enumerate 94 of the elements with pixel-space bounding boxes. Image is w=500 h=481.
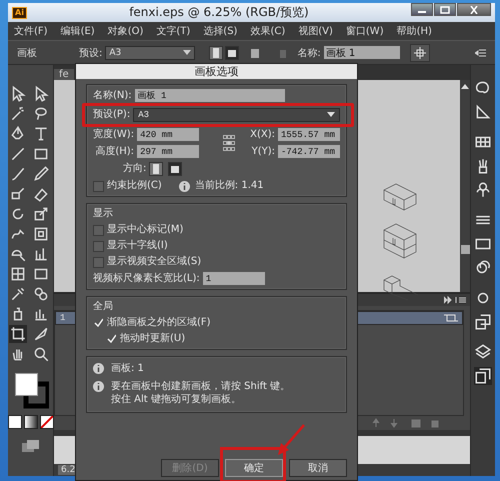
layers-icon[interactable]	[474, 343, 492, 361]
aspect-ratio-label: 视频标尺像素长宽比(L):	[93, 272, 200, 284]
panel-menu-icon[interactable]	[444, 296, 466, 304]
ok-button[interactable]: 确定	[225, 459, 283, 477]
minimize-button[interactable]	[411, 3, 433, 16]
orientation-label: 方向:	[123, 163, 146, 175]
info-text: 要在画板中创建新画板，请按 Shift 键。 按住 Alt 键拖动可复制画板。	[111, 380, 290, 406]
document-tab[interactable]: fe	[54, 69, 74, 80]
line-icon[interactable]	[9, 145, 27, 163]
triangle-icon[interactable]	[474, 103, 492, 121]
knife-icon[interactable]	[32, 325, 50, 343]
y-field[interactable]: -742.77 mm	[278, 145, 340, 158]
width-field[interactable]: 420 mm	[137, 128, 200, 141]
dialog-title: 画板选项	[194, 64, 238, 79]
menu-item[interactable]: 编辑(E)	[60, 24, 95, 38]
panel-menu-icon[interactable]	[475, 48, 487, 58]
preset-dropdown[interactable]: A3	[133, 108, 340, 122]
color-swatch[interactable]	[8, 415, 22, 429]
menu-item[interactable]: 选择(S)	[203, 24, 238, 38]
checkbox[interactable]	[93, 256, 104, 268]
info-icon	[93, 363, 104, 374]
fill-stroke-swatches-icon[interactable]	[12, 373, 48, 409]
y-label: Y(Y):	[252, 146, 275, 158]
portrait-page-icon	[211, 46, 222, 58]
checkbox-label: 渐隐画板之外的区域(F)	[107, 317, 211, 329]
move-icon[interactable]	[410, 44, 430, 62]
x-field[interactable]: 1555.57 mm	[278, 128, 340, 141]
zoom-icon[interactable]	[32, 345, 50, 363]
portrait-button[interactable]	[149, 162, 164, 176]
new-page-icon[interactable]	[249, 46, 262, 58]
preset-dropdown[interactable]: A3	[105, 46, 196, 60]
name-label: 名称(N):	[93, 90, 132, 102]
preset-label: 预设:	[79, 46, 102, 60]
maximize-button[interactable]	[434, 3, 456, 16]
portrait-page-icon	[151, 163, 162, 175]
group-title: 显示	[93, 208, 114, 220]
artboard-icon	[444, 313, 458, 323]
landscape-page-icon	[170, 163, 180, 175]
maximize-icon	[440, 6, 450, 14]
close-button[interactable]	[457, 3, 491, 16]
scrollbar-thumb[interactable]	[460, 245, 470, 254]
none-swatch[interactable]	[40, 415, 54, 429]
checkbox-label: 显示视频安全区域(S)	[107, 256, 202, 268]
app-logo: Ai	[12, 6, 27, 18]
pencil-icon[interactable]	[32, 165, 50, 183]
name-field[interactable]: 画板 1	[134, 89, 285, 102]
panel-label: 画板	[17, 46, 38, 60]
caret-icon	[327, 112, 335, 118]
x-label: X(X):	[250, 128, 275, 140]
name-label: 名称:	[297, 46, 321, 60]
checkbox-label: 拖动时更新(U)	[120, 333, 186, 345]
info-icon	[93, 381, 104, 392]
menu-item[interactable]: 文件(F)	[14, 24, 48, 38]
name-field[interactable]: 画板 1	[324, 46, 400, 59]
constrain-label: 约束比例(C)	[107, 180, 162, 192]
menu-item[interactable]: 帮助(H)	[396, 24, 432, 38]
height-field[interactable]: 297 mm	[137, 145, 200, 158]
menu-item[interactable]: 文字(T)	[156, 24, 190, 38]
lasso-icon[interactable]	[32, 105, 50, 123]
portrait-button[interactable]	[209, 46, 224, 60]
gradient-swatch[interactable]	[24, 415, 38, 429]
blend-icon[interactable]	[32, 285, 50, 303]
reference-point-icon[interactable]	[222, 135, 235, 151]
eyedropper-icon[interactable]	[9, 285, 27, 303]
menu-item[interactable]: 视图(V)	[298, 24, 333, 38]
mesh-icon[interactable]	[9, 265, 27, 283]
checkbox[interactable]	[93, 224, 104, 236]
artboards-icon[interactable]	[474, 367, 492, 385]
checkbox-label: 显示十字线(I)	[107, 240, 168, 252]
info-icon	[178, 180, 190, 192]
caret-icon	[183, 50, 192, 56]
width-label: 宽度(W):	[93, 128, 134, 140]
menu-item[interactable]: 窗口(W)	[346, 24, 384, 38]
menu-item[interactable]: 效果(C)	[250, 24, 286, 38]
screen-mode-icon[interactable]	[20, 439, 40, 453]
preset-label: 预设(P):	[93, 109, 130, 121]
checkbox-label: 显示中心标记(M)	[107, 224, 184, 236]
checkbox[interactable]	[93, 180, 104, 192]
squares-icon[interactable]	[474, 313, 492, 331]
artboard-icon[interactable]	[9, 325, 27, 343]
group-title: 全局	[93, 301, 114, 313]
landscape-button[interactable]	[225, 46, 240, 60]
ratio-text: 当前比例: 1.41	[194, 180, 264, 192]
scale-icon[interactable]	[32, 205, 50, 223]
aspect-ratio-field[interactable]: 1	[202, 272, 265, 285]
window-title: fenxi.eps @ 6.25% (RGB/预览)	[128, 4, 310, 21]
scroll-up-icon[interactable]	[461, 83, 469, 89]
menu-item[interactable]: 对象(O)	[108, 24, 144, 38]
checkbox[interactable]	[93, 240, 104, 252]
height-label: 高度(H):	[95, 146, 134, 158]
close-icon	[469, 6, 479, 14]
landscape-button[interactable]	[168, 162, 182, 176]
info-text: 画板: 1	[111, 362, 144, 375]
dialog-button[interactable]: 取消	[289, 459, 347, 477]
